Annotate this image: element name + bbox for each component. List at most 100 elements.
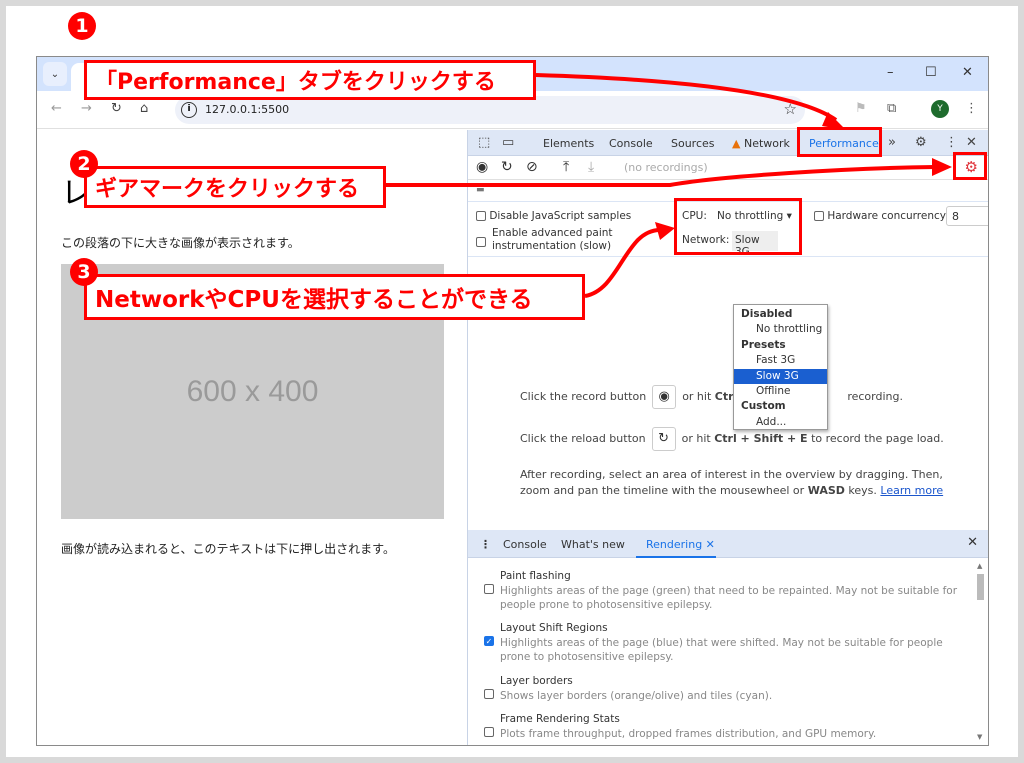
- item-desc: Plots frame throughput, dropped frames d…: [500, 728, 877, 740]
- checkbox-checked[interactable]: ✓: [484, 636, 494, 646]
- tab-sources[interactable]: Sources: [671, 137, 715, 150]
- close-drawer-icon[interactable]: ✕: [967, 535, 978, 550]
- drawer-menu-icon[interactable]: ⋮: [480, 538, 491, 551]
- memory-icon: ▬: [476, 185, 485, 195]
- performance-landing: Click the record button ◉ or hit Ctrl recor…: [520, 385, 944, 499]
- address-bar[interactable]: i 127.0.0.1:5500 ☆: [175, 96, 805, 124]
- inspect-element-icon[interactable]: ⬚: [478, 135, 490, 150]
- checkbox[interactable]: [484, 584, 494, 594]
- tab-search-button[interactable]: ⌄: [43, 62, 67, 86]
- warning-icon: ▲: [732, 137, 741, 150]
- checkbox[interactable]: [484, 689, 494, 699]
- close-tab-icon[interactable]: ✕: [706, 538, 715, 551]
- annotation-3-text: NetworkやCPUを選択することができる: [95, 287, 533, 313]
- url-text: 127.0.0.1:5500: [205, 103, 290, 116]
- option-fast-3g[interactable]: Fast 3G: [734, 353, 827, 368]
- performance-toolbar: ◉ ↻ ⊘ ⤒ ⤓ (no recordings) ⚙: [468, 156, 988, 180]
- more-tabs-icon[interactable]: »: [888, 135, 896, 150]
- placeholder-image-label: 600 x 400: [186, 374, 319, 408]
- scroll-up-icon[interactable]: ▲: [977, 562, 982, 570]
- scroll-down-icon[interactable]: ▼: [977, 733, 982, 741]
- disable-js-samples-label: Disable JavaScript samples: [489, 210, 632, 222]
- close-devtools-icon[interactable]: ✕: [966, 135, 977, 150]
- annotation-3-badge: 3: [70, 258, 98, 286]
- maximize-icon[interactable]: ☐: [925, 65, 937, 80]
- advanced-paint-checkbox[interactable]: [476, 236, 486, 248]
- after-recording-hint: After recording, select an area of inter…: [520, 467, 944, 499]
- dropdown-group-presets: Presets: [741, 338, 786, 351]
- recordings-select[interactable]: (no recordings): [624, 161, 708, 174]
- annotation-2-text: ギアマークをクリックする: [95, 177, 360, 202]
- web-page: レイアウトシフトのデモ この段落の下に大きな画像が表示されます。 600 x 4…: [37, 130, 467, 745]
- disable-js-samples-checkbox[interactable]: Disable JavaScript samples: [476, 210, 631, 222]
- drawer-tab-rendering[interactable]: Rendering ✕: [646, 538, 715, 551]
- item-desc: Shows layer borders (orange/olive) and t…: [500, 690, 773, 702]
- checkbox[interactable]: [484, 727, 494, 737]
- after-line2-end: keys.: [848, 484, 877, 497]
- back-icon[interactable]: ←: [51, 101, 62, 116]
- item-title: Frame Rendering Stats: [500, 713, 620, 725]
- tab-console[interactable]: Console: [609, 137, 653, 150]
- advanced-paint-line1: Enable advanced paint: [492, 227, 613, 239]
- tab-elements[interactable]: Elements: [543, 137, 594, 150]
- site-info-icon[interactable]: i: [181, 102, 197, 118]
- record-hint-text: Click the record button: [520, 390, 647, 403]
- paragraph-above: この段落の下に大きな画像が表示されます。: [61, 236, 300, 250]
- option-no-throttling[interactable]: No throttling: [734, 322, 827, 337]
- record-button[interactable]: ◉: [652, 385, 677, 409]
- option-add[interactable]: Add...: [734, 415, 827, 430]
- rendering-scrollbar[interactable]: ▲ ▼: [974, 562, 986, 741]
- drawer-tab-whats-new[interactable]: What's new: [561, 538, 625, 551]
- forward-icon[interactable]: →: [81, 101, 92, 116]
- minimize-icon[interactable]: –: [887, 65, 894, 80]
- reload-button[interactable]: ↻: [651, 427, 676, 451]
- checkbox[interactable]: [814, 211, 824, 221]
- extensions-puzzle-icon[interactable]: ⧉: [887, 101, 896, 116]
- scrollbar-thumb[interactable]: [977, 574, 984, 600]
- download-icon[interactable]: ⤓: [588, 159, 594, 175]
- annotation-1-text: 「Performance」タブをクリックする: [95, 70, 496, 95]
- reload-hint: Click the reload button ↻ or hit Ctrl + Sh…: [520, 427, 944, 453]
- annotation-3: NetworkやCPUを選択することができる: [84, 274, 585, 320]
- reload-hint-end: to record the page load.: [811, 432, 944, 445]
- record-icon[interactable]: ◉: [476, 159, 488, 175]
- checkbox[interactable]: [476, 237, 486, 247]
- annotation-1-badge: 1: [68, 12, 96, 40]
- menu-dots-icon[interactable]: ⋮: [965, 101, 978, 116]
- drawer-tab-console[interactable]: Console: [503, 538, 547, 551]
- annotation-1: 「Performance」タブをクリックする: [84, 60, 536, 100]
- profile-avatar[interactable]: Y: [931, 100, 949, 118]
- highlight-performance-tab: [797, 127, 882, 157]
- device-toolbar-icon[interactable]: ▭: [502, 135, 514, 150]
- devtools-settings-icon[interactable]: ⚙: [915, 135, 927, 150]
- clear-icon[interactable]: ⊘: [526, 159, 538, 175]
- option-offline[interactable]: Offline: [734, 384, 827, 399]
- upload-icon[interactable]: ⤒: [563, 159, 569, 175]
- checkbox[interactable]: [476, 211, 486, 221]
- option-slow-3g[interactable]: Slow 3G: [734, 368, 827, 384]
- advanced-paint-label: Enable advanced paint instrumentation (sl…: [492, 227, 613, 253]
- chevron-down-icon: ⌄: [50, 68, 60, 80]
- hardware-concurrency-input[interactable]: 8: [946, 206, 988, 226]
- home-icon[interactable]: ⌂: [140, 101, 148, 116]
- devtools-menu-icon[interactable]: ⋮: [945, 135, 958, 150]
- annotation-2: ギアマークをクリックする: [84, 166, 386, 208]
- wasd-key: WASD: [807, 484, 845, 497]
- reload-hint-text: Click the reload button: [520, 432, 646, 445]
- hardware-concurrency-checkbox[interactable]: Hardware concurrency: [814, 210, 946, 222]
- learn-more-link[interactable]: Learn more: [880, 484, 943, 497]
- reload-icon[interactable]: ↻: [111, 101, 122, 116]
- hardware-concurrency-label: Hardware concurrency: [827, 210, 946, 222]
- dropdown-group-disabled: Disabled: [741, 308, 793, 320]
- item-title: Layer borders: [500, 675, 573, 687]
- network-dropdown: Disabled No throttling Presets Fast 3G S…: [733, 304, 828, 430]
- bookmark-star-icon[interactable]: ☆: [784, 100, 797, 118]
- tab-network[interactable]: ▲ Network: [732, 137, 790, 150]
- after-line1: After recording, select an area of inter…: [520, 468, 943, 481]
- browser-window: ⌄ レイアウトシフトのデモ ✕ + – ☐ ✕ ← → ↻ ⌂ i 127.0.…: [36, 56, 989, 746]
- extension-pinned-icon[interactable]: ⚑: [855, 101, 867, 116]
- record-hint: Click the record button ◉ or hit Ctrl recor…: [520, 385, 944, 411]
- reload-record-icon[interactable]: ↻: [501, 159, 513, 175]
- close-window-icon[interactable]: ✕: [962, 65, 973, 80]
- dropdown-group-custom: Custom: [741, 400, 786, 413]
